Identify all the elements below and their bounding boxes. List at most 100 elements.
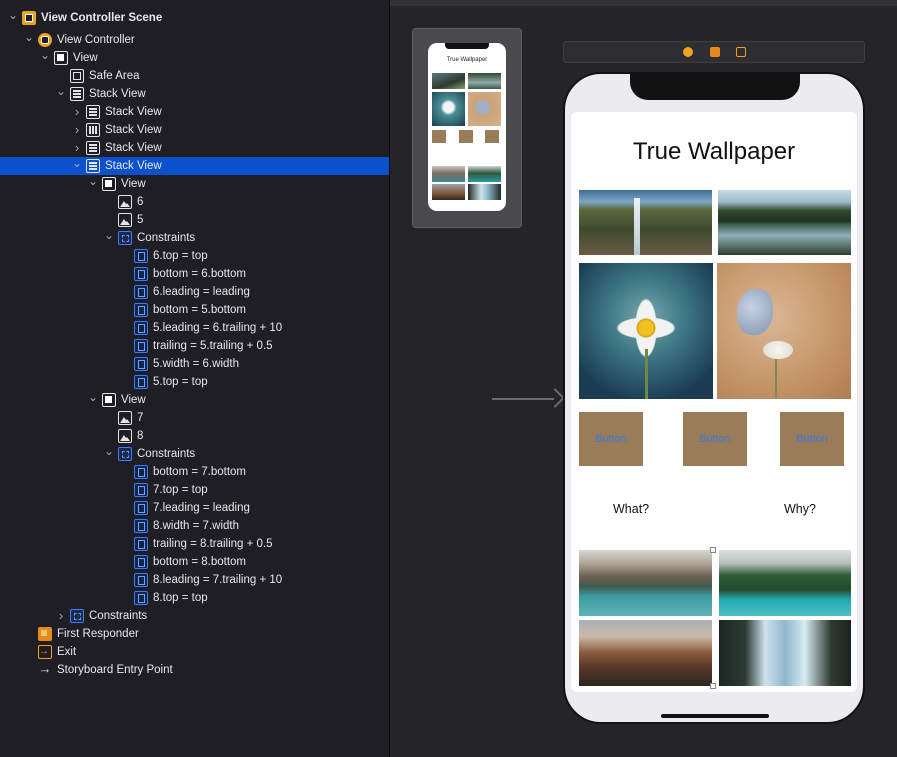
outline-row[interactable]: 7.top = top xyxy=(0,481,389,499)
outline-row[interactable]: ⌄ View Controller Scene xyxy=(0,9,389,27)
outline-row[interactable]: 8.leading = 7.trailing + 10 xyxy=(0,571,389,589)
outline-row[interactable]: bottom = 7.bottom xyxy=(0,463,389,481)
outline-row[interactable]: 8.width = 7.width xyxy=(0,517,389,535)
view-icon xyxy=(102,177,116,191)
outline-row[interactable]: Safe Area xyxy=(0,67,389,85)
preview-title: True Wallpaper xyxy=(446,57,488,63)
label-what[interactable]: What? xyxy=(613,502,649,516)
image-waterfall-cliff[interactable] xyxy=(579,190,712,255)
outline-row[interactable]: 7.leading = leading xyxy=(0,499,389,517)
preview-photo xyxy=(432,73,465,89)
outline-row[interactable]: 7 xyxy=(0,409,389,427)
disclosure-open-icon[interactable]: ⌄ xyxy=(56,85,66,103)
outline-row[interactable]: First Responder xyxy=(0,625,389,643)
disclosure-closed-icon[interactable]: › xyxy=(56,607,66,625)
safe-area-view[interactable]: True Wallpaper Button Button Button What… xyxy=(571,112,857,692)
outline-row-label: 5.width = 6.width xyxy=(153,358,239,370)
constraint-icon xyxy=(134,321,148,335)
outline-row-label: 6.leading = leading xyxy=(153,286,250,298)
outline-row-label: View Controller xyxy=(57,34,135,46)
image-blue-butterfly[interactable] xyxy=(717,263,851,399)
resize-handle-top[interactable] xyxy=(710,547,716,553)
outline-row[interactable]: 5.width = 6.width xyxy=(0,355,389,373)
button-1[interactable]: Button xyxy=(579,412,643,466)
outline-row[interactable]: › Stack View xyxy=(0,139,389,157)
outline-row[interactable]: 6.leading = leading xyxy=(0,283,389,301)
outline-row[interactable]: ⌄ View xyxy=(0,175,389,193)
outline-row-label: Safe Area xyxy=(89,70,140,82)
image-icon xyxy=(118,195,132,209)
disclosure-open-icon[interactable]: ⌄ xyxy=(104,229,114,247)
view-controller-icon[interactable] xyxy=(683,47,693,57)
image-icon xyxy=(118,429,132,443)
image-forest-lake[interactable] xyxy=(718,190,851,255)
outline-row[interactable]: 5.leading = 6.trailing + 10 xyxy=(0,319,389,337)
disclosure-open-icon[interactable]: ⌄ xyxy=(104,445,114,463)
disclosure-open-icon[interactable]: ⌄ xyxy=(8,9,18,27)
constraint-icon xyxy=(134,501,148,515)
disclosure-open-icon[interactable]: ⌄ xyxy=(72,157,82,175)
outline-row[interactable]: Exit xyxy=(0,643,389,661)
outline-row-label: bottom = 6.bottom xyxy=(153,268,247,280)
constraint-icon xyxy=(134,483,148,497)
outline-row[interactable]: ⌄ Stack View xyxy=(0,85,389,103)
outline-row[interactable]: ⌄ Stack View xyxy=(0,157,389,175)
disclosure-closed-icon[interactable]: › xyxy=(72,139,82,157)
label-why[interactable]: Why? xyxy=(784,502,816,516)
resize-handle-bottom[interactable] xyxy=(710,683,716,689)
disclosure-open-icon[interactable]: ⌄ xyxy=(88,391,98,409)
constraint-icon xyxy=(134,519,148,533)
outline-row[interactable]: ⌄ Constraints xyxy=(0,229,389,247)
image-waterfall-night[interactable] xyxy=(719,620,851,686)
image-icon xyxy=(118,213,132,227)
app-title-label[interactable]: True Wallpaper xyxy=(571,138,857,166)
outline-row[interactable]: ⌄ Constraints xyxy=(0,445,389,463)
outline-row[interactable]: 6.top = top xyxy=(0,247,389,265)
outline-row[interactable]: › Stack View xyxy=(0,121,389,139)
outline-row-label: 7.top = top xyxy=(153,484,208,496)
outline-row[interactable]: bottom = 8.bottom xyxy=(0,553,389,571)
outline-row-label: bottom = 8.bottom xyxy=(153,556,247,568)
outline-row[interactable]: › Constraints xyxy=(0,607,389,625)
outline-row[interactable]: 8 xyxy=(0,427,389,445)
outline-row-label: Storyboard Entry Point xyxy=(57,664,173,676)
exit-icon[interactable] xyxy=(736,47,746,57)
disclosure-open-icon[interactable]: ⌄ xyxy=(24,31,34,49)
stack-view-icon xyxy=(70,87,84,101)
image-forest-river[interactable] xyxy=(719,550,851,616)
disclosure-open-icon[interactable]: ⌄ xyxy=(88,175,98,193)
image-white-flower[interactable] xyxy=(579,263,713,399)
outline-row[interactable]: → Storyboard Entry Point xyxy=(0,661,389,679)
outline-row[interactable]: ⌄ View xyxy=(0,391,389,409)
image-mountain-lake[interactable] xyxy=(579,550,712,616)
outline-row-label: Stack View xyxy=(105,142,162,154)
first-responder-icon[interactable] xyxy=(710,47,720,57)
outline-row[interactable]: ⌄ View Controller xyxy=(0,31,389,49)
outline-row-label: trailing = 8.trailing + 0.5 xyxy=(153,538,273,550)
outline-row[interactable]: 5 xyxy=(0,211,389,229)
outline-row[interactable]: trailing = 5.trailing + 0.5 xyxy=(0,337,389,355)
outline-row-label: 7.leading = leading xyxy=(153,502,250,514)
iphone-canvas[interactable]: True Wallpaper Button Button Button What… xyxy=(563,72,865,724)
outline-row[interactable]: bottom = 6.bottom xyxy=(0,265,389,283)
outline-row[interactable]: trailing = 8.trailing + 0.5 xyxy=(0,535,389,553)
panel-divider[interactable] xyxy=(389,0,390,757)
scene-preview-thumbnail[interactable]: True Wallpaper xyxy=(412,28,522,228)
outline-row[interactable]: bottom = 5.bottom xyxy=(0,301,389,319)
button-2[interactable]: Button xyxy=(683,412,747,466)
button-3[interactable]: Button xyxy=(780,412,844,466)
outline-row[interactable]: 5.top = top xyxy=(0,373,389,391)
home-indicator xyxy=(661,714,769,718)
image-icon xyxy=(118,411,132,425)
outline-row[interactable]: ⌄ View xyxy=(0,49,389,67)
outline-row-label: View xyxy=(73,52,98,64)
storyboard-entry-arrowhead xyxy=(545,388,565,408)
document-outline: ⌄ View Controller Scene ⌄ View Controller ⌄ V… xyxy=(0,0,389,757)
outline-row[interactable]: 6 xyxy=(0,193,389,211)
disclosure-closed-icon[interactable]: › xyxy=(72,121,82,139)
image-sunset-mountains[interactable] xyxy=(579,620,712,686)
outline-row[interactable]: 8.top = top xyxy=(0,589,389,607)
disclosure-open-icon[interactable]: ⌄ xyxy=(40,49,50,67)
outline-row[interactable]: › Stack View xyxy=(0,103,389,121)
disclosure-closed-icon[interactable]: › xyxy=(72,103,82,121)
